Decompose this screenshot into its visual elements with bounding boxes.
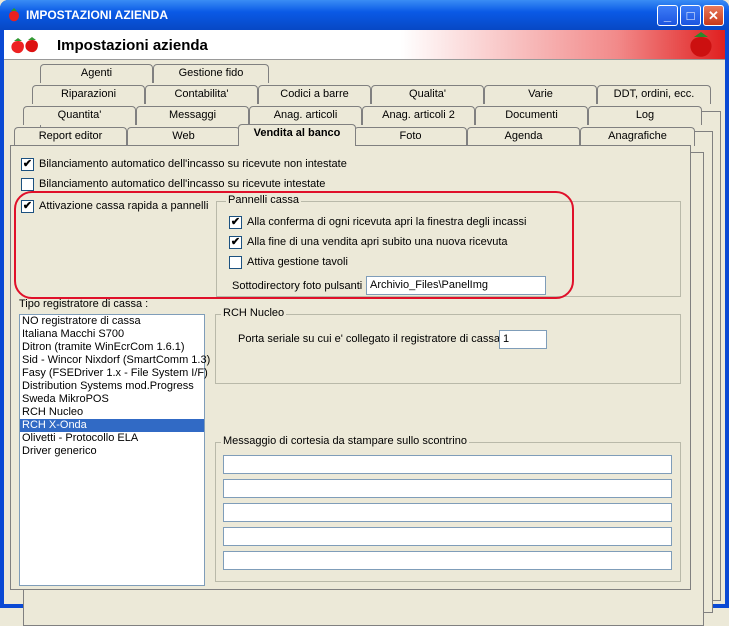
tipo-registratore-label: Tipo registratore di cassa : (19, 298, 149, 310)
vendita-al-banco-panel: ✔ Bilanciamento automatico dell'incasso … (10, 145, 691, 590)
list-item[interactable]: Olivetti - Protocollo ELA (20, 432, 204, 445)
minimize-button[interactable]: _ (657, 5, 678, 26)
porta-seriale-input[interactable]: 1 (499, 330, 547, 349)
tab-quantita[interactable]: Quantita' (23, 106, 136, 125)
title-bar[interactable]: IMPOSTAZIONI AZIENDA _ □ ✕ (0, 0, 729, 30)
bilanciamento-non-intestate-checkbox[interactable]: ✔ (21, 158, 34, 171)
tab-vendita-al-banco[interactable]: Vendita al banco (238, 124, 356, 146)
close-button[interactable]: ✕ (703, 5, 724, 26)
cassa-rapida-label: Attivazione cassa rapida a pannelli (39, 200, 209, 212)
bilanciamento-intestate-label: Bilanciamento automatico dell'incasso su… (39, 178, 326, 190)
list-item[interactable]: Driver generico (20, 445, 204, 458)
list-item[interactable]: Fasy (FSEDriver 1.x - File System I/F) (20, 367, 208, 380)
tab-codici-a-barre[interactable]: Codici a barre (258, 85, 371, 104)
bilanciamento-intestate-checkbox[interactable] (21, 178, 34, 191)
strawberry-logo-icon (690, 32, 712, 57)
list-item[interactable]: Italiana Macchi S700 (20, 328, 204, 341)
tab-anag-articoli-2[interactable]: Anag. articoli 2 (362, 106, 475, 125)
gestione-tavoli-checkbox[interactable] (229, 256, 242, 269)
tab-web[interactable]: Web (127, 127, 240, 146)
page-title: Impostazioni azienda (57, 37, 208, 54)
tab-agenda[interactable]: Agenda (467, 127, 580, 146)
gestione-tavoli-label: Attiva gestione tavoli (247, 256, 348, 268)
cassa-rapida-checkbox[interactable]: ✔ (21, 200, 34, 213)
messaggio-line-1[interactable] (223, 455, 672, 474)
conferma-ricevuta-checkbox[interactable]: ✔ (229, 216, 242, 229)
tab-messaggi[interactable]: Messaggi (136, 106, 249, 125)
tab-anag-articoli[interactable]: Anag. articoli (249, 106, 362, 125)
registratore-listbox[interactable]: NO registratore di cassa Italiana Macchi… (19, 314, 210, 586)
list-item[interactable]: Ditron (tramite WinEcrCom 1.6.1) (20, 341, 204, 354)
tab-qualita[interactable]: Qualita' (371, 85, 484, 104)
sottodirectory-input[interactable]: Archivio_Files\PanelImg (366, 276, 546, 295)
pannelli-cassa-title: Pannelli cassa (226, 194, 301, 206)
tab-documenti[interactable]: Documenti (475, 106, 588, 125)
messaggio-line-4[interactable] (223, 527, 672, 546)
list-item[interactable]: Sweda MikroPOS (20, 393, 204, 406)
nuova-ricevuta-checkbox[interactable]: ✔ (229, 236, 242, 249)
messaggio-cortesia-title: Messaggio di cortesia da stampare sullo … (221, 435, 469, 447)
tab-anagrafiche[interactable]: Anagrafiche (580, 127, 695, 146)
tab-ddt-ordini[interactable]: DDT, ordini, ecc. (597, 85, 711, 104)
tab-varie[interactable]: Varie (484, 85, 597, 104)
tab-foto[interactable]: Foto (354, 127, 467, 146)
window-title: IMPOSTAZIONI AZIENDA (26, 8, 168, 22)
nuova-ricevuta-label: Alla fine di una vendita apri subito una… (247, 236, 508, 248)
rch-nucleo-title: RCH Nucleo (221, 307, 287, 319)
list-item[interactable]: Distribution Systems mod.Progress (20, 380, 204, 393)
tab-report-editor[interactable]: Report editor (14, 127, 127, 146)
tab-gestione-fido[interactable]: Gestione fido (153, 64, 269, 83)
messaggio-line-3[interactable] (223, 503, 672, 522)
list-item[interactable]: RCH Nucleo (20, 406, 204, 419)
header-banner: Impostazioni azienda (4, 30, 725, 60)
app-window: IMPOSTAZIONI AZIENDA _ □ ✕ Impostazioni … (0, 0, 729, 626)
list-item[interactable]: Sid - Wincor Nixdorf (SmartComm 1.3) (20, 354, 210, 367)
tab-agenti[interactable]: Agenti (40, 64, 153, 83)
porta-seriale-label: Porta seriale su cui e' collegato il reg… (238, 333, 507, 345)
maximize-button[interactable]: □ (680, 5, 701, 26)
strawberry-icon (9, 8, 19, 22)
rch-nucleo-group (215, 314, 681, 384)
tab-log[interactable]: Log (588, 106, 702, 125)
list-item-selected[interactable]: RCH X-Onda (20, 419, 204, 432)
strawberries-icon (11, 37, 38, 54)
conferma-ricevuta-label: Alla conferma di ogni ricevuta apri la f… (247, 216, 527, 228)
client-area: Impostazioni azienda Agenti Gestione fid… (4, 30, 725, 626)
bilanciamento-non-intestate-label: Bilanciamento automatico dell'incasso su… (39, 158, 347, 170)
messaggio-line-5[interactable] (223, 551, 672, 570)
list-item[interactable]: NO registratore di cassa (20, 315, 204, 328)
tab-riparazioni[interactable]: Riparazioni (32, 85, 145, 104)
sottodirectory-label: Sottodirectory foto pulsanti : (232, 280, 369, 292)
tab-contabilita[interactable]: Contabilita' (145, 85, 258, 104)
messaggio-line-2[interactable] (223, 479, 672, 498)
